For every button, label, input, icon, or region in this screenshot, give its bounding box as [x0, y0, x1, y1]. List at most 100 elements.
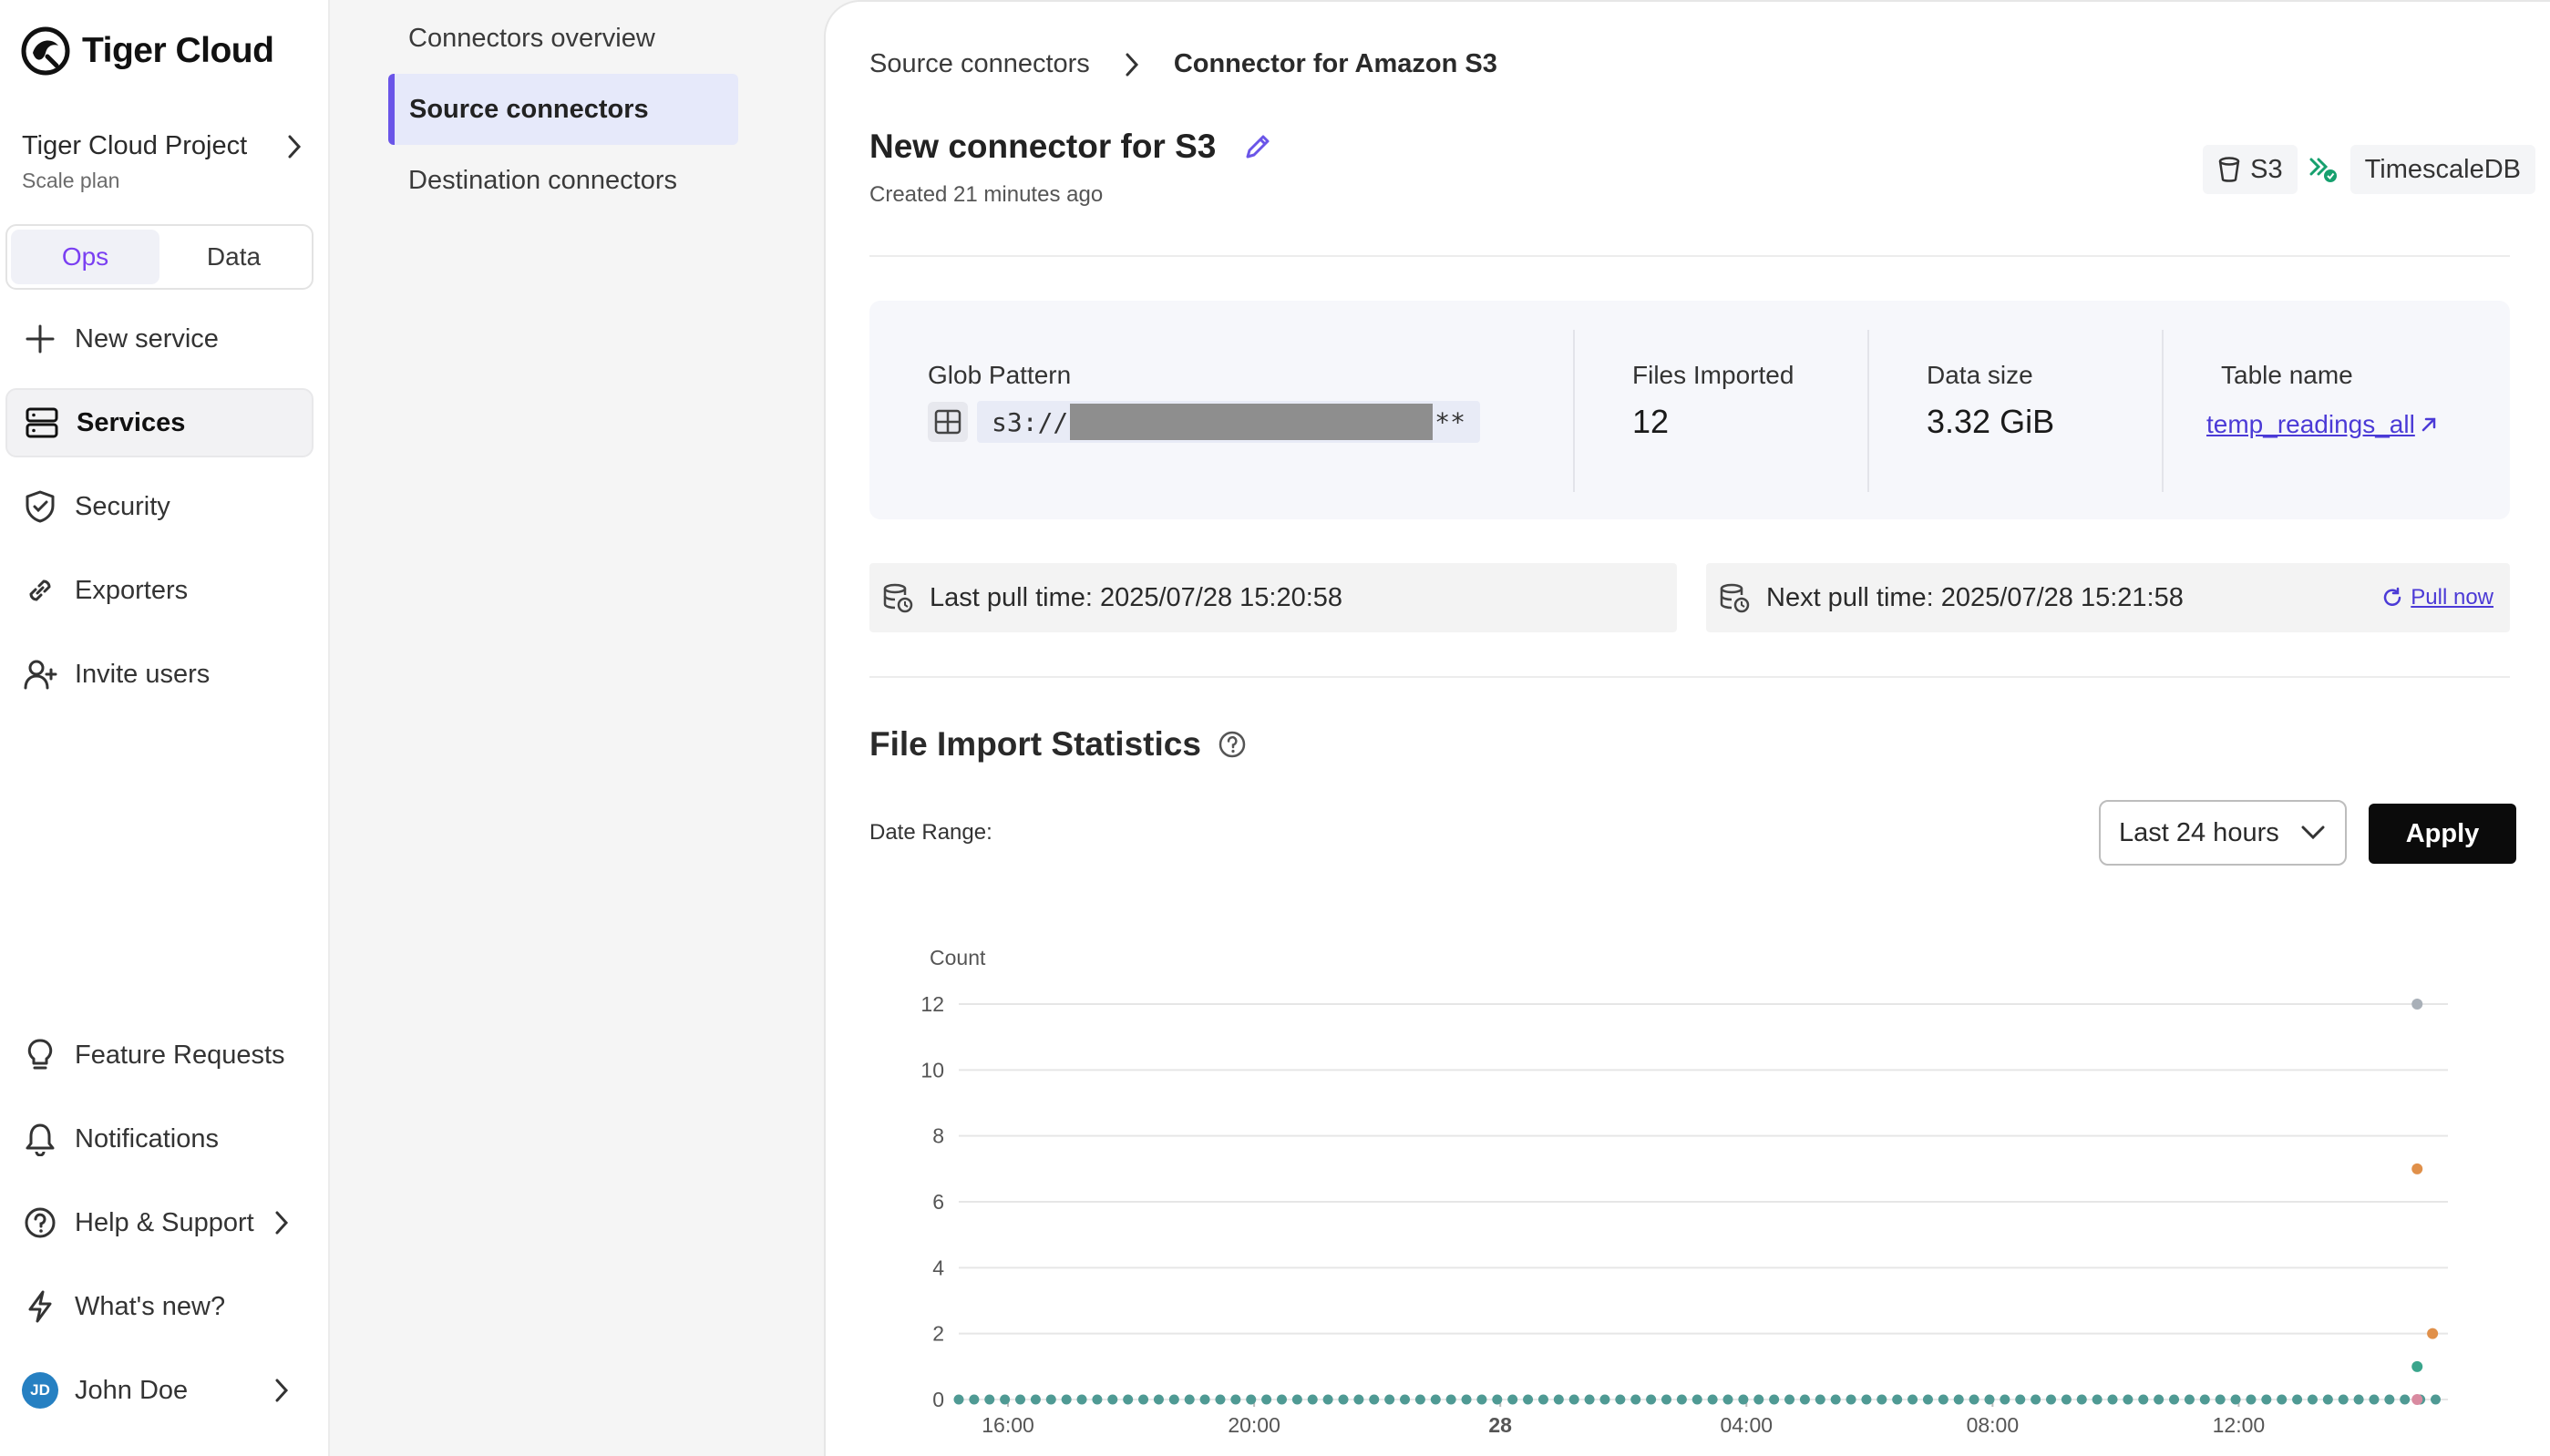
y-tick-label: 6	[932, 1190, 944, 1214]
mode-tab-data[interactable]: Data	[159, 230, 308, 284]
data-point-baseline	[2092, 1394, 2103, 1405]
import-stats-heading: File Import Statistics	[869, 725, 1247, 764]
link-icon	[22, 572, 58, 609]
subnav-connectors-overview[interactable]: Connectors overview	[388, 3, 738, 74]
data-point-baseline	[1430, 1394, 1441, 1405]
data-point-baseline	[1784, 1394, 1795, 1405]
sidebar-item-label: Help & Support	[75, 1207, 254, 1237]
data-point	[2411, 1360, 2423, 1372]
brand-name: Tiger Cloud	[82, 31, 274, 70]
data-point-baseline	[1199, 1394, 1210, 1405]
chevron-right-icon	[275, 1379, 289, 1402]
data-point-baseline	[1830, 1394, 1841, 1405]
date-range-label: Date Range:	[869, 820, 992, 845]
y-tick-label: 8	[932, 1124, 944, 1148]
data-point-baseline	[1384, 1394, 1395, 1405]
data-point-baseline	[1168, 1394, 1179, 1405]
help-circle-icon[interactable]	[1218, 730, 1247, 759]
next-pull-time: Next pull time: 2025/07/28 15:21:58 Pull…	[1706, 563, 2510, 632]
pull-now-link[interactable]: Pull now	[2381, 585, 2493, 610]
mode-tab-ops[interactable]: Ops	[11, 230, 159, 284]
lightning-icon	[22, 1288, 58, 1325]
data-point-baseline	[1322, 1394, 1333, 1405]
x-tick-label: 16:00	[982, 1413, 1034, 1437]
divider	[869, 255, 2510, 257]
data-point-baseline	[1123, 1394, 1134, 1405]
subnav-destination-connectors[interactable]: Destination connectors	[388, 145, 738, 216]
data-point-baseline	[1061, 1394, 1072, 1405]
sidebar-item-label: Invite users	[75, 659, 211, 689]
data-point-baseline	[1722, 1394, 1733, 1405]
user-name: John Doe	[75, 1375, 189, 1405]
data-point-baseline	[1984, 1394, 1995, 1405]
project-name: Tiger Cloud Project	[22, 131, 248, 160]
data-point-baseline	[2292, 1394, 2303, 1405]
data-point-baseline	[2045, 1394, 2056, 1405]
chevron-down-icon	[2301, 825, 2325, 840]
data-point-baseline	[2184, 1394, 2195, 1405]
data-point-baseline	[984, 1394, 995, 1405]
data-point-baseline	[2138, 1394, 2149, 1405]
x-tick-label: 28	[1488, 1413, 1512, 1437]
data-point-baseline	[2107, 1394, 2118, 1405]
sidebar-item-whats-new[interactable]: What's new?	[5, 1272, 314, 1341]
sidebar-item-invite-users[interactable]: Invite users	[5, 640, 314, 709]
sidebar-item-label: What's new?	[75, 1291, 226, 1321]
data-point-baseline	[1414, 1394, 1425, 1405]
data-point-baseline	[1000, 1394, 1011, 1405]
data-point-baseline	[969, 1394, 980, 1405]
stat-glob-pattern: Glob Pattern s3://**	[928, 361, 1481, 443]
glob-pattern-value[interactable]: s3://**	[977, 401, 1481, 443]
data-point	[2411, 1394, 2423, 1405]
y-axis-label: Count	[930, 946, 986, 969]
bucket-icon	[2218, 157, 2240, 182]
data-point-baseline	[1584, 1394, 1595, 1405]
mode-toggle: Ops Data	[5, 224, 314, 290]
data-point-baseline	[1892, 1394, 1903, 1405]
data-point-baseline	[1861, 1394, 1872, 1405]
brand[interactable]: Tiger Cloud	[20, 26, 274, 77]
sidebar-item-label: Feature Requests	[75, 1040, 285, 1070]
source-badge: S3	[2203, 145, 2298, 194]
data-point-baseline	[1615, 1394, 1626, 1405]
sidebar-item-new-service[interactable]: New service	[5, 304, 314, 374]
sidebar-item-exporters[interactable]: Exporters	[5, 556, 314, 625]
bell-icon	[22, 1121, 58, 1157]
data-point-baseline	[1553, 1394, 1564, 1405]
apply-button[interactable]: Apply	[2369, 804, 2516, 864]
sidebar-item-security[interactable]: Security	[5, 472, 314, 541]
shield-icon	[22, 488, 58, 525]
data-point-baseline	[1369, 1394, 1380, 1405]
sidebar-item-feature-requests[interactable]: Feature Requests	[5, 1020, 314, 1090]
data-point-baseline	[1738, 1394, 1749, 1405]
data-point-baseline	[1138, 1394, 1149, 1405]
data-point-baseline	[1476, 1394, 1487, 1405]
sidebar-item-notifications[interactable]: Notifications	[5, 1104, 314, 1174]
data-point-baseline	[1769, 1394, 1780, 1405]
data-point-baseline	[2123, 1394, 2134, 1405]
data-point-baseline	[2400, 1394, 2411, 1405]
chevron-right-icon	[288, 135, 302, 158]
database-clock-icon	[883, 583, 913, 613]
date-range-select[interactable]: Last 24 hours	[2099, 800, 2347, 866]
data-point-baseline	[1568, 1394, 1579, 1405]
user-menu[interactable]: JD John Doe	[5, 1356, 314, 1425]
data-point	[2411, 1163, 2423, 1174]
data-point-baseline	[1092, 1394, 1103, 1405]
data-point-baseline	[2430, 1394, 2441, 1405]
project-switcher[interactable]: Tiger Cloud Project Scale plan	[22, 131, 304, 193]
sidebar-item-label: Services	[77, 407, 186, 437]
data-point-baseline	[2384, 1394, 2395, 1405]
data-point-baseline	[2215, 1394, 2226, 1405]
data-point-baseline	[1445, 1394, 1456, 1405]
data-point-baseline	[1246, 1394, 1257, 1405]
table-name-link[interactable]: temp_readings_all	[2206, 410, 2439, 439]
breadcrumb-parent[interactable]: Source connectors	[869, 49, 1090, 79]
redacted-mask	[1070, 404, 1434, 440]
sidebar-item-help-support[interactable]: Help & Support	[5, 1188, 314, 1257]
sidebar-item-services[interactable]: Services	[5, 388, 314, 457]
data-point-baseline	[2015, 1394, 2026, 1405]
breadcrumb-current: Connector for Amazon S3	[1173, 49, 1497, 78]
edit-pencil-icon[interactable]	[1243, 132, 1272, 161]
subnav-source-connectors[interactable]: Source connectors	[388, 74, 738, 145]
